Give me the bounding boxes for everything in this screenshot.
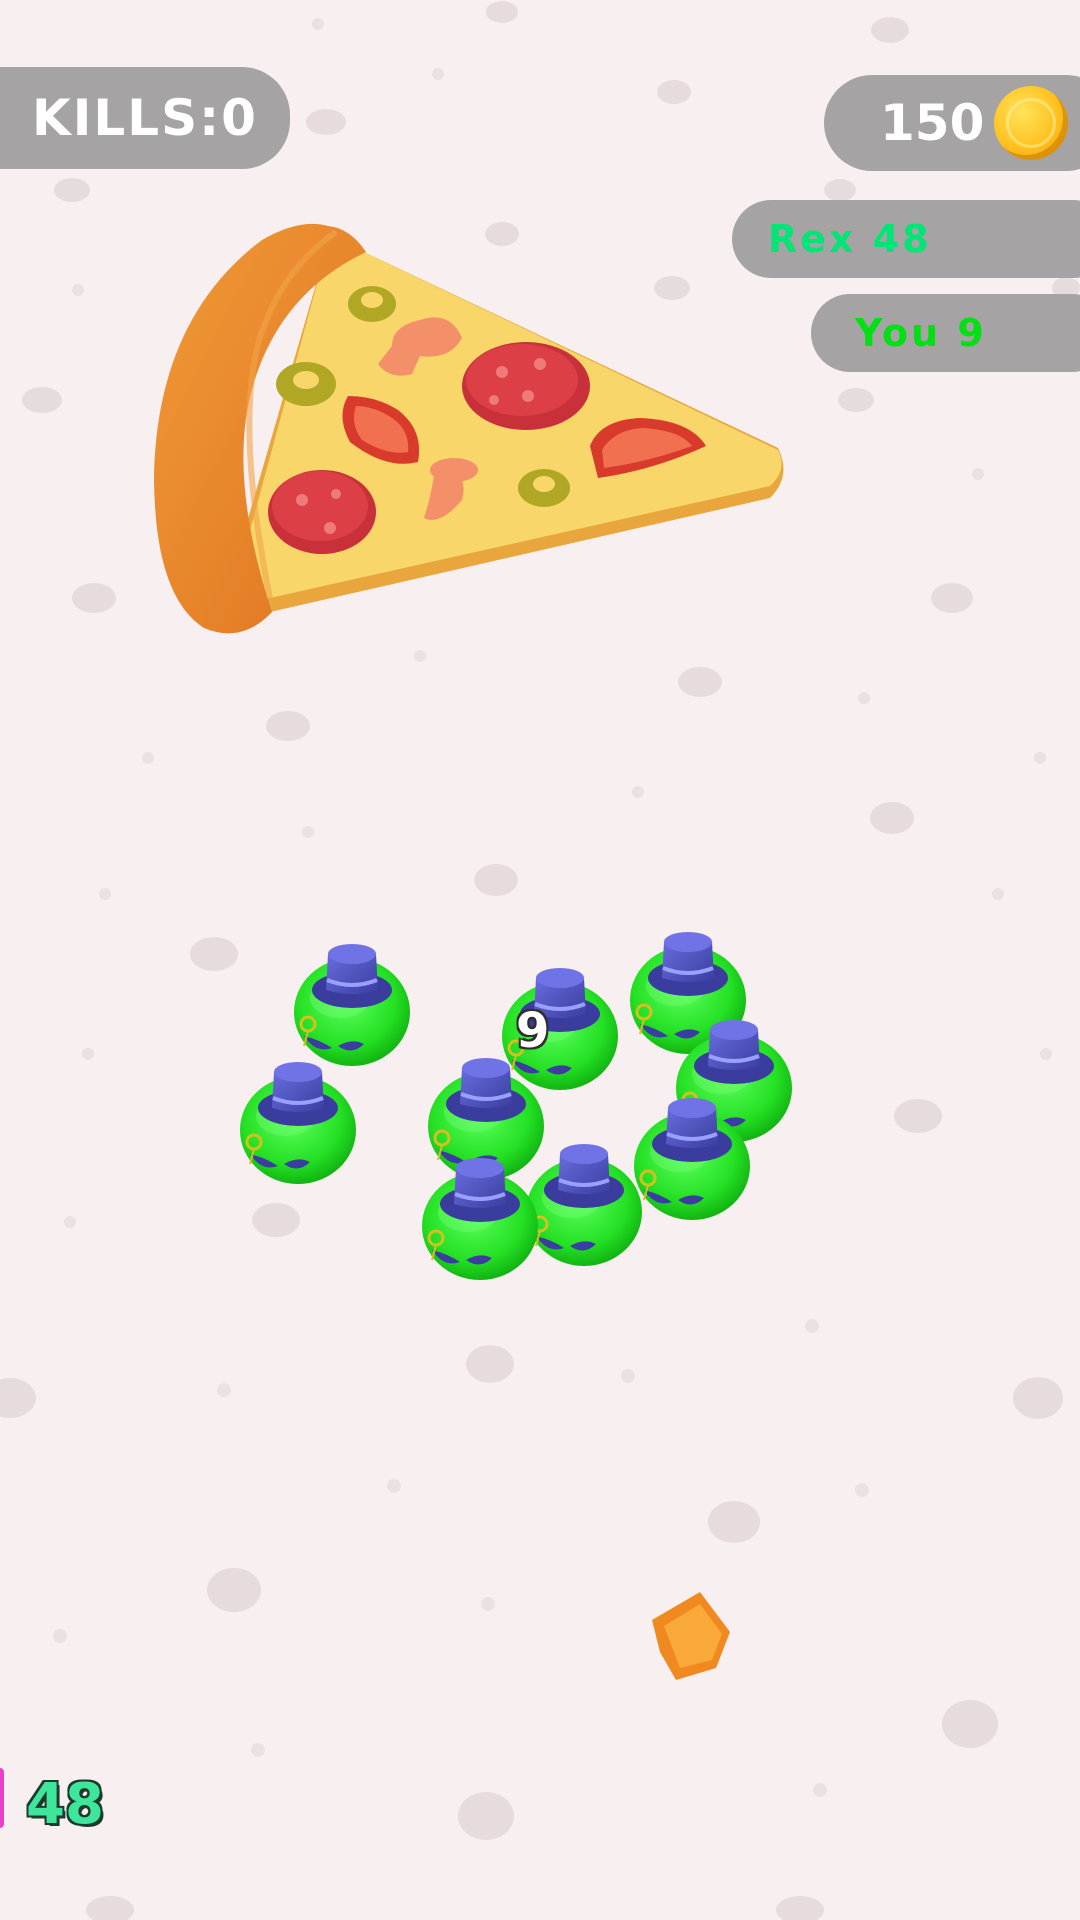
rival-count-label: 48 <box>26 1772 104 1837</box>
kills-counter: KILLS:0 <box>0 67 290 169</box>
game-floor <box>0 0 1080 1920</box>
leaderboard-entry-rival: Rex 48 <box>732 200 1080 278</box>
leaderboard-entry-player: You 9 <box>811 294 1080 372</box>
offscreen-rival-indicator <box>0 1768 4 1828</box>
game-stage[interactable]: KILLS:0 150 Rex 48 You 9 9 48 <box>0 0 1080 1920</box>
crowd-count-label: 9 <box>516 1003 550 1059</box>
gold-coin-icon <box>994 86 1068 160</box>
